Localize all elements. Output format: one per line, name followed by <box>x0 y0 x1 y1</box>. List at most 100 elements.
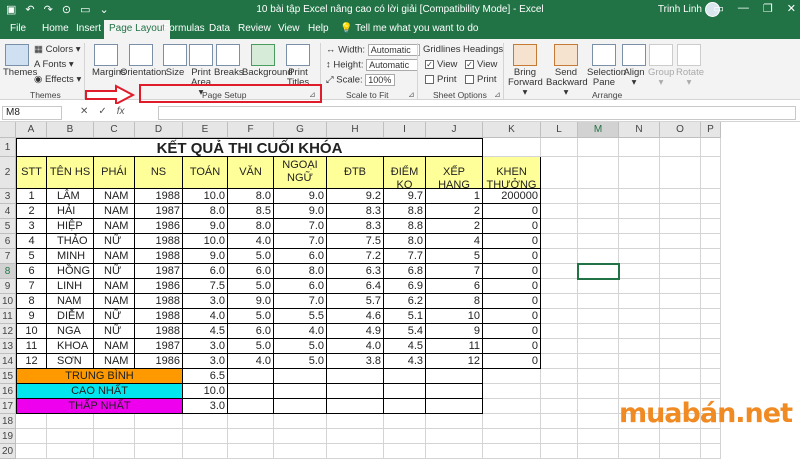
grid-cell[interactable] <box>701 279 721 294</box>
column-title-cell[interactable]: KHEN THƯỞNG <box>483 157 541 189</box>
grid-cell[interactable] <box>701 234 721 249</box>
data-cell[interactable]: 1988 <box>135 324 183 339</box>
tab-help[interactable]: Help <box>308 23 329 34</box>
data-cell[interactable]: LÂM <box>47 189 94 204</box>
grid-cell[interactable] <box>660 324 701 339</box>
minimize-icon[interactable]: — <box>738 2 749 15</box>
grid-cell[interactable] <box>541 294 578 309</box>
grid-cell[interactable] <box>660 354 701 369</box>
column-header-b[interactable]: B <box>47 122 94 138</box>
data-cell[interactable]: DIỄM <box>47 309 94 324</box>
grid-cell[interactable] <box>619 157 660 189</box>
data-cell[interactable]: NAM <box>94 249 135 264</box>
grid-cell[interactable] <box>619 294 660 309</box>
height-dropdown[interactable]: Automatic <box>366 59 419 71</box>
data-cell[interactable]: NAM <box>94 294 135 309</box>
grid-cell[interactable] <box>701 249 721 264</box>
row-header-9[interactable]: 9 <box>0 279 16 294</box>
data-cell[interactable]: 8.0 <box>274 264 327 279</box>
column-header-a[interactable]: A <box>16 122 47 138</box>
bring-forward-button[interactable]: Bring Forward ▾ <box>508 44 543 98</box>
grid-cell[interactable] <box>135 444 183 459</box>
data-cell[interactable]: THẢO <box>47 234 94 249</box>
data-cell[interactable]: 6.3 <box>327 264 384 279</box>
row-header-4[interactable]: 4 <box>0 204 16 219</box>
colors-button[interactable]: ▦ Colors ▾ <box>34 44 81 55</box>
grid-cell[interactable] <box>619 339 660 354</box>
data-cell[interactable]: 6.2 <box>384 294 426 309</box>
data-cell[interactable]: NAM <box>94 339 135 354</box>
grid-cell[interactable] <box>701 264 721 279</box>
effects-button[interactable]: ◉ Effects ▾ <box>34 74 81 85</box>
grid-cell[interactable] <box>135 414 183 429</box>
grid-cell[interactable] <box>183 429 228 444</box>
summary-empty-cell[interactable] <box>327 399 384 414</box>
data-cell[interactable]: 4 <box>426 234 483 249</box>
data-cell[interactable]: 1986 <box>135 354 183 369</box>
grid-cell[interactable] <box>578 249 619 264</box>
summary-value[interactable]: 10.0 <box>183 384 228 399</box>
data-cell[interactable]: 5 <box>16 249 47 264</box>
row-header-13[interactable]: 13 <box>0 339 16 354</box>
grid-cell[interactable] <box>183 414 228 429</box>
grid-cell[interactable] <box>619 264 660 279</box>
data-cell[interactable]: 11 <box>426 339 483 354</box>
data-cell[interactable]: 3.0 <box>183 354 228 369</box>
data-cell[interactable]: NAM <box>94 204 135 219</box>
data-cell[interactable]: 1986 <box>135 219 183 234</box>
active-cell-m8[interactable] <box>577 263 620 280</box>
grid-cell[interactable] <box>619 219 660 234</box>
grid-cell[interactable] <box>701 369 721 384</box>
grid-cell[interactable] <box>327 414 384 429</box>
data-cell[interactable]: 2 <box>426 204 483 219</box>
data-cell[interactable]: 9.0 <box>183 249 228 264</box>
data-cell[interactable]: 0 <box>483 204 541 219</box>
data-cell[interactable]: 0 <box>483 354 541 369</box>
grid-cell[interactable] <box>228 429 274 444</box>
data-cell[interactable]: 8.5 <box>228 204 274 219</box>
summary-empty-cell[interactable] <box>274 399 327 414</box>
grid-cell[interactable] <box>660 369 701 384</box>
data-cell[interactable]: 4.0 <box>228 354 274 369</box>
grid-cell[interactable] <box>578 234 619 249</box>
data-cell[interactable]: 6.8 <box>384 264 426 279</box>
column-header-l[interactable]: L <box>541 122 578 138</box>
ribbon-display-icon[interactable]: ▭ <box>714 2 724 15</box>
grid-cell[interactable] <box>135 429 183 444</box>
row-header-20[interactable]: 20 <box>0 444 16 459</box>
grid-cell[interactable] <box>660 429 701 444</box>
grid-cell[interactable] <box>94 414 135 429</box>
grid-cell[interactable] <box>660 157 701 189</box>
data-cell[interactable]: 1988 <box>135 294 183 309</box>
tab-page-layout[interactable]: Page Layout <box>104 20 171 39</box>
grid-cell[interactable] <box>578 384 619 399</box>
grid-cell[interactable] <box>660 234 701 249</box>
data-cell[interactable]: SƠN <box>47 354 94 369</box>
grid-cell[interactable] <box>94 429 135 444</box>
tab-view[interactable]: View <box>278 23 300 34</box>
grid-cell[interactable] <box>483 444 541 459</box>
grid-cell[interactable] <box>578 324 619 339</box>
grid-cell[interactable] <box>541 234 578 249</box>
grid-cell[interactable] <box>701 204 721 219</box>
data-cell[interactable]: 9.2 <box>327 189 384 204</box>
data-cell[interactable]: 7.7 <box>384 249 426 264</box>
column-title-cell[interactable]: TÊN HS <box>47 157 94 189</box>
data-cell[interactable]: 9.0 <box>274 204 327 219</box>
grid-cell[interactable] <box>228 414 274 429</box>
grid-cell[interactable] <box>701 384 721 399</box>
grid-cell[interactable] <box>16 429 47 444</box>
grid-cell[interactable] <box>619 324 660 339</box>
data-cell[interactable]: 6.9 <box>384 279 426 294</box>
data-cell[interactable]: 1987 <box>135 204 183 219</box>
summary-empty-cell[interactable] <box>426 399 483 414</box>
grid-cell[interactable] <box>483 369 541 384</box>
data-cell[interactable]: 10.0 <box>183 189 228 204</box>
data-cell[interactable]: 10.0 <box>183 234 228 249</box>
summary-empty-cell[interactable] <box>327 369 384 384</box>
tab-insert[interactable]: Insert <box>76 23 101 34</box>
data-cell[interactable]: 6 <box>426 279 483 294</box>
gridlines-view-checkbox[interactable]: ✓ View <box>425 59 457 70</box>
grid-cell[interactable] <box>228 444 274 459</box>
data-cell[interactable]: 0 <box>483 294 541 309</box>
